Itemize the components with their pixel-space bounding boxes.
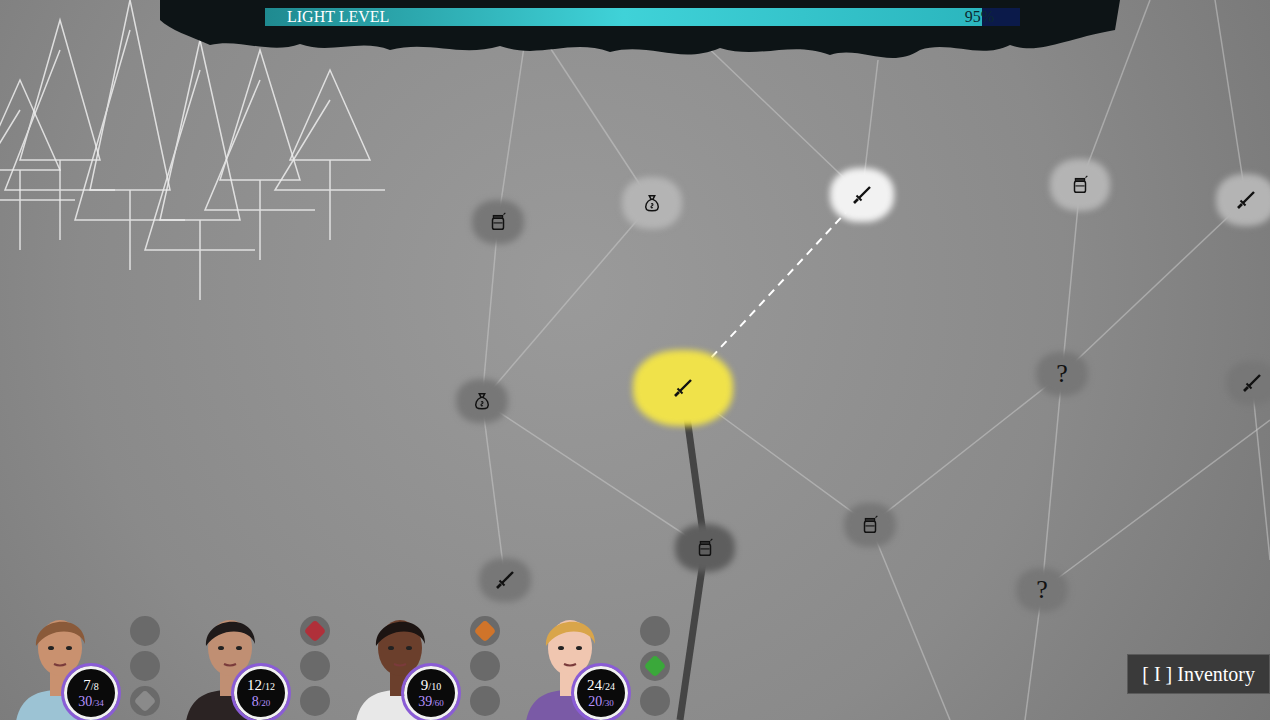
stat-badge: 24/24 20/30 (574, 666, 628, 720)
map-node[interactable] (633, 348, 733, 428)
party-member[interactable]: 12/12 8/20 (180, 588, 330, 720)
light-reading: 20/30 (588, 695, 614, 709)
party-member[interactable]: 7/8 30/34 (10, 588, 160, 720)
potion-icon (1069, 174, 1091, 196)
light-reading: 30/34 (78, 695, 104, 709)
unknown-label: ? (1056, 361, 1068, 387)
party-bar: 7/8 30/34 12/12 8/20 9/10 39/60 24/24 20/30 (10, 588, 670, 720)
map-node[interactable] (1030, 145, 1130, 225)
map-node[interactable] (820, 485, 920, 565)
item-icon (474, 620, 497, 643)
item-slot[interactable] (300, 651, 330, 681)
map-node[interactable] (448, 182, 548, 262)
map-node[interactable]: ? (992, 550, 1092, 630)
map-node[interactable] (455, 540, 555, 620)
stat-badge: 7/8 30/34 (64, 666, 118, 720)
item-icon (134, 690, 157, 713)
item-slot[interactable] (640, 616, 670, 646)
hp-reading: 9/10 (421, 678, 441, 693)
light-reading: 39/60 (418, 695, 444, 709)
light-reading: 8/20 (252, 695, 271, 709)
stat-badge: 12/12 8/20 (234, 666, 288, 720)
item-icon (304, 620, 327, 643)
light-level-bar: LIGHT LEVEL 95% (265, 8, 1020, 26)
item-slot[interactable] (300, 686, 330, 716)
potion-icon (487, 211, 509, 233)
stat-badge: 9/10 39/60 (404, 666, 458, 720)
map-node[interactable]: ? (1012, 334, 1112, 414)
hp-reading: 12/12 (247, 678, 275, 693)
map-node[interactable] (602, 163, 702, 243)
hp-reading: 24/24 (587, 678, 615, 693)
map-node[interactable] (655, 508, 755, 588)
item-slot[interactable] (470, 616, 500, 646)
item-slot[interactable] (640, 651, 670, 681)
map-node[interactable] (812, 155, 912, 235)
light-level-reading: 95% (965, 9, 994, 25)
map-node[interactable] (1196, 160, 1270, 240)
potion-icon (859, 514, 881, 536)
item-slot[interactable] (130, 651, 160, 681)
item-slot[interactable] (640, 686, 670, 716)
map-node[interactable] (432, 361, 532, 441)
sword-icon (1240, 371, 1264, 395)
item-slot[interactable] (130, 686, 160, 716)
map-node[interactable] (1202, 343, 1270, 423)
sword-icon (493, 568, 517, 592)
potion-icon (694, 537, 716, 559)
item-icon (644, 655, 667, 678)
sword-icon (1234, 188, 1258, 212)
bag-icon (641, 192, 663, 214)
party-member[interactable]: 9/10 39/60 (350, 588, 500, 720)
item-slot[interactable] (470, 686, 500, 716)
item-slot[interactable] (130, 616, 160, 646)
map-screen: ?? LIGHT LEVEL 95% 7/8 30/34 12/12 8/20 9/10 39/… (0, 0, 1270, 720)
item-slot[interactable] (300, 616, 330, 646)
bag-icon (471, 390, 493, 412)
sword-icon (850, 183, 874, 207)
party-member[interactable]: 24/24 20/30 (520, 588, 670, 720)
item-slot[interactable] (470, 651, 500, 681)
hp-reading: 7/8 (83, 678, 98, 693)
sword-icon (671, 376, 695, 400)
inventory-button[interactable]: [ I ] Inventory (1127, 654, 1270, 694)
light-level-label: LIGHT LEVEL (287, 9, 389, 25)
unknown-label: ? (1036, 577, 1048, 603)
